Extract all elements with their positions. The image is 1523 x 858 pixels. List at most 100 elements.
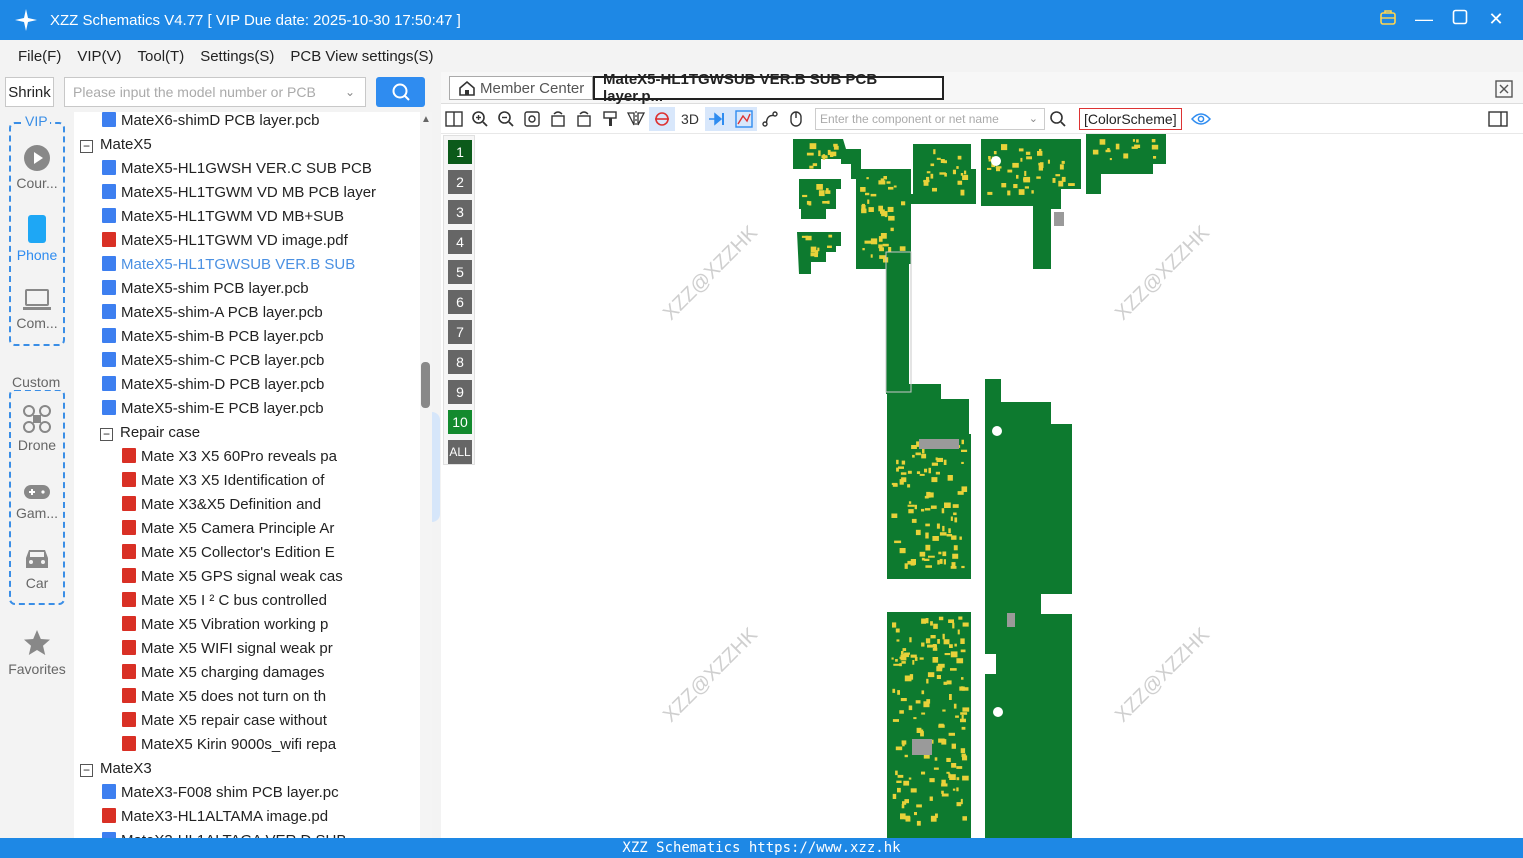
mirror-icon[interactable] xyxy=(623,107,649,131)
tree-item[interactable]: MateX3-HL1ALTAMA image.pd xyxy=(102,805,406,829)
collapse-toggle-icon[interactable]: − xyxy=(100,428,113,441)
tree-scrollbar[interactable]: ▲ xyxy=(420,112,432,838)
tree-item[interactable]: MateX5-HL1TGWM VD MB+SUB xyxy=(102,205,406,229)
tree-item[interactable]: Mate X5 Vibration working p xyxy=(122,613,406,637)
tree-item[interactable]: MateX5-shim-D PCB layer.pcb xyxy=(102,373,406,397)
view-3d-button[interactable]: 3D xyxy=(675,107,705,131)
tree-item[interactable]: MateX5 Kirin 9000s_wifi repa xyxy=(122,733,406,757)
pcb-canvas[interactable]: XZZ@XZZHK XZZ@XZZHK XZZ@XZZHK XZZ@XZZHK xyxy=(441,134,1523,838)
tree-item[interactable]: MateX5-HL1TGWM VD image.pdf xyxy=(102,229,406,253)
close-button[interactable]: ✕ xyxy=(1485,8,1507,30)
chevron-down-icon[interactable]: ⌄ xyxy=(1029,112,1038,125)
layer-button-4[interactable]: 4 xyxy=(448,230,472,254)
tree-item[interactable]: Mate X5 WIFI signal weak pr xyxy=(122,637,406,661)
scroll-thumb[interactable] xyxy=(421,362,430,408)
layer-button-8[interactable]: 8 xyxy=(448,350,472,374)
zoom-out-icon[interactable] xyxy=(493,107,519,131)
component-pad xyxy=(801,235,809,238)
paint-brush-icon[interactable] xyxy=(597,107,623,131)
collapse-toggle-icon[interactable]: − xyxy=(80,140,93,153)
search-button[interactable] xyxy=(376,77,425,107)
rotate-left-icon[interactable] xyxy=(545,107,571,131)
tree-item[interactable]: MateX5-shim-E PCB layer.pcb xyxy=(102,397,406,421)
panel-splitter[interactable] xyxy=(432,72,441,838)
collapse-handle[interactable] xyxy=(432,412,440,522)
tree-item[interactable]: Mate X3 X5 Identification of xyxy=(122,469,406,493)
menu-vip[interactable]: VIP(V) xyxy=(77,48,121,65)
flip-board-icon[interactable] xyxy=(649,106,675,131)
eye-icon[interactable] xyxy=(1188,107,1214,131)
tree-folder[interactable]: − MateX5 xyxy=(80,133,406,157)
menu-tool[interactable]: Tool(T) xyxy=(138,48,185,65)
tree-item[interactable]: Mate X5 Collector's Edition E xyxy=(122,541,406,565)
nav-drone[interactable]: Drone xyxy=(0,404,74,453)
chevron-down-icon[interactable]: ⌄ xyxy=(345,85,355,99)
tree-item[interactable]: MateX5-HL1TGWSUB VER.B SUB xyxy=(102,253,406,277)
pcb-board-graphic[interactable] xyxy=(441,134,1523,838)
tree-item-label: MateX5-HL1TGWSUB VER.B SUB xyxy=(121,256,356,273)
component-pad xyxy=(942,525,945,532)
menu-file[interactable]: File(F) xyxy=(18,48,61,65)
minimize-button[interactable]: — xyxy=(1413,8,1435,30)
fit-view-icon[interactable] xyxy=(519,107,545,131)
tree-item[interactable]: MateX5-shim-B PCB layer.pcb xyxy=(102,325,406,349)
tree-item[interactable]: Mate X5 charging damages xyxy=(122,661,406,685)
layer-button-5[interactable]: 5 xyxy=(448,260,472,284)
tab-member-center[interactable]: Member Center xyxy=(449,76,594,100)
tree-item[interactable]: MateX5-shim-A PCB layer.pcb xyxy=(102,301,406,325)
component-search-placeholder: Enter the component or net name xyxy=(820,111,999,126)
trace-tool-icon[interactable] xyxy=(757,107,783,131)
layer-button-2[interactable]: 2 xyxy=(448,170,472,194)
tree-item[interactable]: Mate X5 repair case without xyxy=(122,709,406,733)
tree-item[interactable]: Mate X3 X5 60Pro reveals pa xyxy=(122,445,406,469)
net-highlight-icon[interactable] xyxy=(731,106,757,131)
tree-item[interactable]: MateX5-HL1TGWM VD MB PCB layer xyxy=(102,181,406,205)
nav-phone[interactable]: Phone xyxy=(0,214,74,263)
zoom-in-icon[interactable] xyxy=(467,107,493,131)
layer-button-9[interactable]: 9 xyxy=(448,380,472,404)
tree-item[interactable]: MateX3-F008 shim PCB layer.pc xyxy=(102,781,406,805)
mouse-mode-icon[interactable] xyxy=(783,107,809,131)
tree-item[interactable]: MateX5-shim PCB layer.pcb xyxy=(102,277,406,301)
tree-item[interactable]: Mate X5 GPS signal weak cas xyxy=(122,565,406,589)
rotate-right-icon[interactable] xyxy=(571,107,597,131)
tree-item[interactable]: MateX5-HL1GWSH VER.C SUB PCB xyxy=(102,157,406,181)
nav-car[interactable]: Car xyxy=(0,546,74,591)
tree-item[interactable]: MateX6-shimD PCB layer.pcb xyxy=(102,112,406,133)
tree-item[interactable]: Mate X5 Camera Principle Ar xyxy=(122,517,406,541)
search-input[interactable]: Please input the model number or PCB ⌄ xyxy=(64,77,366,107)
menu-settings[interactable]: Settings(S) xyxy=(200,48,274,65)
nav-game[interactable]: Gam... xyxy=(0,482,74,521)
nav-favorites[interactable]: Favorites xyxy=(0,628,74,677)
layer-button-7[interactable]: 7 xyxy=(448,320,472,344)
layer-button-all[interactable]: ALL xyxy=(448,440,472,464)
search-icon[interactable] xyxy=(1045,107,1071,131)
close-tab-icon[interactable] xyxy=(1495,80,1513,98)
tree-item[interactable]: Mate X5 does not turn on th xyxy=(122,685,406,709)
collapse-toggle-icon[interactable]: − xyxy=(80,764,93,777)
vip-bag-icon[interactable] xyxy=(1377,8,1399,30)
pin-mode-icon[interactable] xyxy=(705,106,731,131)
side-panel-icon[interactable] xyxy=(1485,107,1511,131)
split-view-icon[interactable] xyxy=(441,107,467,131)
layer-button-10[interactable]: 10 xyxy=(448,410,472,434)
tree-folder[interactable]: − MateX3 xyxy=(80,757,406,781)
tree-item[interactable]: Mate X5 I ² C bus controlled xyxy=(122,589,406,613)
nav-courses[interactable]: Cour... xyxy=(0,144,74,191)
tree-item[interactable]: Mate X3&X5 Definition and xyxy=(122,493,406,517)
menu-pcb-view-settings[interactable]: PCB View settings(S) xyxy=(290,48,433,65)
scroll-up-icon[interactable]: ▲ xyxy=(421,114,431,125)
nav-computer[interactable]: Com... xyxy=(0,288,74,331)
layer-button-3[interactable]: 3 xyxy=(448,200,472,224)
component-pad xyxy=(868,207,874,212)
shrink-button[interactable]: Shrink xyxy=(5,77,54,107)
component-search-input[interactable]: Enter the component or net name ⌄ xyxy=(815,107,1045,130)
color-scheme-button[interactable]: [ColorScheme] xyxy=(1079,107,1182,130)
tree-item[interactable]: MateX3-HL1ALTAGA VER.D SUB xyxy=(102,829,406,838)
maximize-button[interactable] xyxy=(1449,8,1471,30)
tab-active-pcb[interactable]: MateX5-HL1TGWSUB VER.B SUB PCB layer.p..… xyxy=(593,71,944,105)
tree-folder[interactable]: − Repair case xyxy=(100,421,406,445)
layer-button-6[interactable]: 6 xyxy=(448,290,472,314)
tree-item[interactable]: MateX5-shim-C PCB layer.pcb xyxy=(102,349,406,373)
layer-button-1[interactable]: 1 xyxy=(448,140,472,164)
